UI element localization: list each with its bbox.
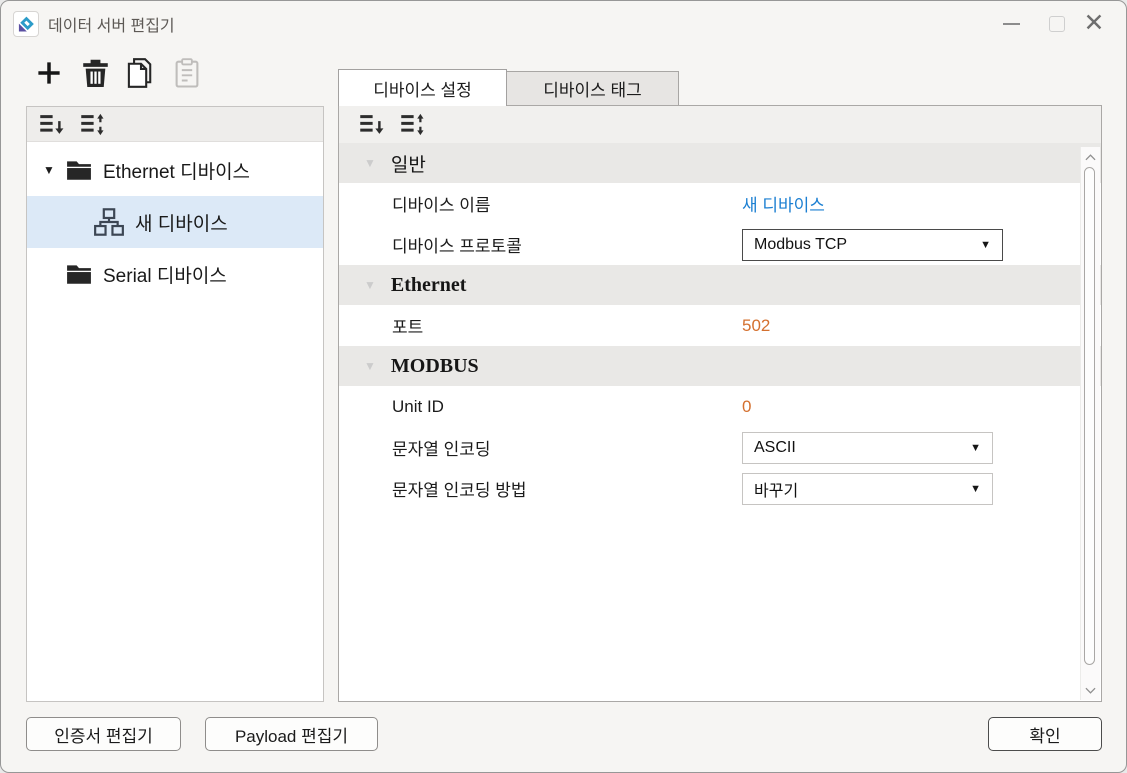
maximize-button[interactable] [1034, 1, 1080, 46]
certificate-editor-button[interactable]: 인증서 편집기 [26, 717, 181, 751]
vertical-scrollbar[interactable] [1080, 147, 1100, 700]
dropdown[interactable]: 바꾸기 ▼ [742, 473, 993, 505]
field-row: Unit ID 0 [339, 386, 1101, 427]
data-server-editor-window: 데이터 서버 편집기 ✕ [0, 0, 1127, 773]
field-label: 디바이스 이름 [392, 191, 491, 216]
field-label: 디바이스 프로토콜 [392, 232, 522, 257]
window-controls: ✕ [988, 1, 1126, 46]
ok-button[interactable]: 확인 [988, 717, 1102, 751]
tab-device-tags[interactable]: 디바이스 태그 [506, 71, 679, 105]
device-tree: ▼ Ethernet 디바이스새 디바이스 Serial 디바이스 [27, 142, 323, 300]
field-row: 문자열 인코딩 방법 바꾸기 ▼ [339, 468, 1101, 509]
field-row: 디바이스 이름 새 디바이스 [339, 183, 1101, 224]
tab-device-settings[interactable]: 디바이스 설정 [338, 69, 507, 106]
dropdown-selected-value: ASCII [754, 439, 796, 457]
device-settings-panel: ▼ 일반디바이스 이름 새 디바이스디바이스 프로토콜 Modbus TCP ▼ ▼ Eth… [338, 105, 1102, 702]
scroll-down-button[interactable] [1081, 682, 1100, 698]
close-button[interactable]: ✕ [1080, 1, 1126, 46]
field-row: 문자열 인코딩 ASCII ▼ [339, 427, 1101, 468]
section-header[interactable]: ▼ 일반 [339, 143, 1101, 183]
field-value: 502 [742, 305, 770, 346]
folder-icon [66, 159, 92, 181]
device-toolbar [31, 57, 205, 93]
paste-icon [174, 58, 200, 93]
field-value: ASCII ▼ [742, 427, 993, 468]
field-row: 포트 502 [339, 305, 1101, 346]
minimize-icon [1003, 23, 1020, 25]
scroll-up-button[interactable] [1081, 149, 1100, 165]
network-icon [94, 208, 124, 236]
window-title: 데이터 서버 편집기 [48, 12, 175, 36]
field-label: 문자열 인코딩 방법 [392, 476, 527, 501]
section-header[interactable]: ▼ MODBUS [339, 346, 1101, 386]
paste-device-button[interactable] [169, 57, 205, 93]
collapse-arrow-icon: ▼ [364, 156, 376, 170]
field-value-link[interactable]: 새 디바이스 [742, 191, 825, 216]
section-title: MODBUS [391, 355, 479, 378]
field-value: Modbus TCP ▼ [742, 224, 1003, 265]
chevron-down-icon: ▼ [970, 483, 981, 495]
title-bar[interactable]: 데이터 서버 편집기 ✕ [1, 1, 1126, 46]
payload-editor-button[interactable]: Payload 편집기 [205, 717, 378, 751]
tree-item-device[interactable]: 새 디바이스 [27, 196, 323, 248]
field-value: 새 디바이스 [742, 183, 825, 224]
app-logo-icon [13, 11, 39, 37]
dropdown-selected-value: Modbus TCP [754, 236, 847, 254]
collapse-arrow-icon: ▼ [364, 278, 376, 292]
folder-icon [66, 263, 92, 285]
device-tree-panel: ▼ Ethernet 디바이스새 디바이스 Serial 디바이스 [26, 106, 324, 702]
minimize-button[interactable] [988, 1, 1034, 46]
sort-reorder-icon[interactable] [398, 111, 426, 139]
expand-arrow-icon[interactable]: ▼ [41, 163, 57, 177]
section-title: Ethernet [391, 274, 467, 297]
settings-rows: ▼ 일반디바이스 이름 새 디바이스디바이스 프로토콜 Modbus TCP ▼ ▼ Eth… [339, 143, 1101, 509]
field-label: 문자열 인코딩 [392, 435, 491, 460]
sort-descending-icon[interactable] [357, 111, 385, 139]
copy-icon [127, 58, 155, 93]
tree-item-folder[interactable]: ▼ Ethernet 디바이스 [27, 144, 323, 196]
tree-item-folder[interactable]: Serial 디바이스 [27, 248, 323, 300]
tree-sort-toolbar [27, 107, 323, 142]
maximize-icon [1049, 16, 1065, 32]
collapse-arrow-icon: ▼ [364, 359, 376, 373]
tree-item-label: 새 디바이스 [135, 209, 228, 236]
field-label: 포트 [392, 313, 423, 338]
section-header[interactable]: ▼ Ethernet [339, 265, 1101, 305]
close-icon: ✕ [1084, 11, 1105, 36]
field-label: Unit ID [392, 397, 444, 417]
settings-sort-toolbar [339, 106, 1101, 143]
trash-icon [82, 58, 109, 93]
add-device-button[interactable] [31, 57, 67, 93]
plus-icon [34, 58, 64, 93]
sort-descending-icon[interactable] [37, 110, 65, 138]
section-title: 일반 [391, 150, 426, 177]
scrollbar-thumb[interactable] [1084, 167, 1095, 665]
delete-device-button[interactable] [77, 57, 113, 93]
field-value-number[interactable]: 502 [742, 316, 770, 336]
tree-item-label: Ethernet 디바이스 [103, 157, 250, 184]
chevron-down-icon: ▼ [980, 239, 991, 251]
window-frame: 데이터 서버 편집기 ✕ [0, 0, 1127, 773]
dropdown[interactable]: Modbus TCP ▼ [742, 229, 1003, 261]
field-value: 바꾸기 ▼ [742, 468, 993, 509]
field-row: 디바이스 프로토콜 Modbus TCP ▼ [339, 224, 1101, 265]
field-value: 0 [742, 386, 751, 427]
dropdown[interactable]: ASCII ▼ [742, 432, 993, 464]
tree-item-label: Serial 디바이스 [103, 261, 227, 288]
chevron-down-icon: ▼ [970, 442, 981, 454]
dropdown-selected-value: 바꾸기 [754, 477, 798, 501]
sort-reorder-icon[interactable] [78, 110, 106, 138]
field-value-number[interactable]: 0 [742, 397, 751, 417]
copy-device-button[interactable] [123, 57, 159, 93]
